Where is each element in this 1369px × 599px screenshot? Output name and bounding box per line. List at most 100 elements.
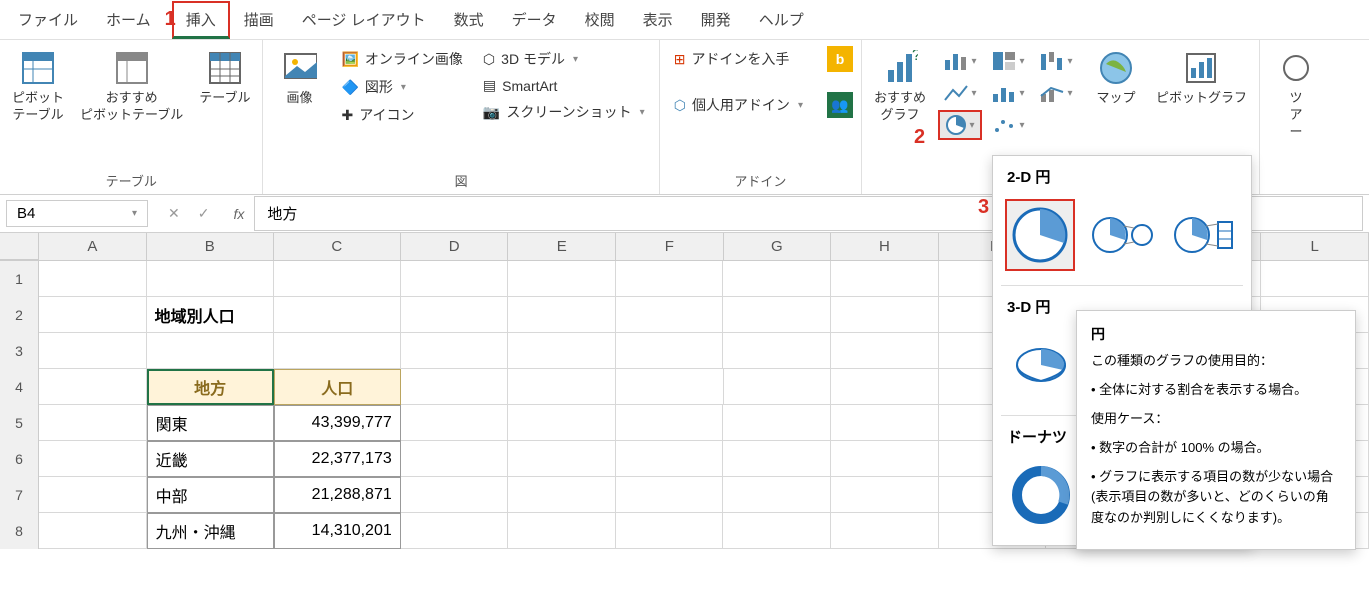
cell[interactable] — [616, 477, 724, 513]
cell[interactable] — [508, 441, 616, 477]
bar-of-pie-option[interactable] — [1169, 199, 1239, 271]
donut-option[interactable] — [1005, 459, 1077, 531]
cell[interactable] — [831, 369, 939, 405]
cell-header-region[interactable]: 地方 — [147, 369, 274, 405]
pivot-chart-button[interactable]: ピボットグラフ — [1152, 46, 1251, 111]
cell[interactable] — [723, 297, 831, 333]
menu-page-layout[interactable]: ページ レイアウト — [288, 1, 440, 38]
cell-population[interactable]: 43,399,777 — [274, 405, 401, 441]
cell[interactable] — [508, 513, 616, 549]
row-header[interactable]: 6 — [0, 441, 39, 477]
cell[interactable] — [39, 369, 147, 405]
fx-icon[interactable]: fx — [223, 206, 254, 222]
cell[interactable] — [831, 405, 939, 441]
get-addins-button[interactable]: ⊞アドインを入手 — [668, 46, 809, 72]
cell[interactable] — [508, 333, 616, 369]
cell[interactable] — [616, 405, 724, 441]
row-header[interactable]: 7 — [0, 477, 39, 513]
cell[interactable] — [723, 261, 831, 297]
cell-title[interactable]: 地域別人口 — [147, 297, 274, 333]
pie-of-pie-option[interactable] — [1087, 199, 1157, 271]
cell[interactable] — [724, 369, 832, 405]
cell[interactable] — [831, 333, 939, 369]
col-header[interactable]: B — [147, 233, 274, 260]
3d-model-button[interactable]: ⬡3D モデル▾ — [477, 46, 651, 72]
col-header[interactable]: C — [274, 233, 401, 260]
cell-population[interactable]: 22,377,173 — [274, 441, 401, 477]
smartart-button[interactable]: ▤SmartArt — [477, 74, 651, 97]
cell[interactable] — [723, 441, 831, 477]
cell[interactable] — [508, 405, 616, 441]
cell[interactable] — [39, 441, 147, 477]
cell[interactable] — [723, 513, 831, 549]
col-header[interactable]: E — [508, 233, 616, 260]
image-button[interactable]: 画像 — [271, 46, 327, 111]
cell[interactable] — [508, 477, 616, 513]
cell[interactable] — [723, 477, 831, 513]
name-box[interactable]: B4 ▾ — [6, 200, 148, 227]
cell[interactable] — [723, 333, 831, 369]
cell[interactable] — [401, 297, 509, 333]
map-button[interactable]: マップ — [1088, 46, 1144, 111]
cell[interactable] — [401, 513, 509, 549]
column-chart-button[interactable]: ▾ — [938, 46, 982, 76]
enter-icon[interactable]: ✓ — [198, 205, 210, 222]
cell[interactable] — [274, 333, 401, 369]
3dmap-button[interactable]: ツ ア ー — [1268, 46, 1324, 145]
menu-formulas[interactable]: 数式 — [440, 1, 498, 38]
cell[interactable] — [39, 297, 147, 333]
cell-population[interactable]: 14,310,201 — [274, 513, 401, 549]
cell[interactable] — [401, 261, 509, 297]
cell[interactable] — [508, 369, 616, 405]
cell[interactable] — [39, 261, 147, 297]
cell[interactable] — [616, 333, 724, 369]
cancel-icon[interactable]: ✕ — [168, 205, 180, 222]
cell[interactable] — [401, 333, 509, 369]
menu-file[interactable]: ファイル — [4, 1, 92, 38]
pie-2d-option[interactable] — [1005, 199, 1075, 271]
col-header[interactable]: L — [1261, 233, 1369, 260]
menu-home[interactable]: ホーム — [92, 1, 165, 38]
cell[interactable] — [508, 261, 616, 297]
cell[interactable] — [401, 441, 509, 477]
col-header[interactable]: H — [831, 233, 939, 260]
cell[interactable] — [616, 261, 724, 297]
cell[interactable] — [831, 477, 939, 513]
cell[interactable] — [723, 405, 831, 441]
col-header[interactable]: D — [401, 233, 509, 260]
people-icon[interactable]: 👥 — [827, 92, 853, 118]
name-box-dropdown-icon[interactable]: ▾ — [132, 208, 137, 219]
cell-header-population[interactable]: 人口 — [274, 369, 401, 405]
cell-region[interactable]: 近畿 — [147, 441, 274, 477]
row-header[interactable]: 4 — [0, 369, 39, 405]
combo-chart-button[interactable]: ▾ — [1034, 78, 1078, 108]
table-button[interactable]: テーブル — [195, 46, 254, 111]
waterfall-chart-button[interactable]: ▾ — [1034, 46, 1078, 76]
menu-draw[interactable]: 描画 — [230, 1, 288, 38]
line-chart-button[interactable]: ▾ — [938, 78, 982, 108]
row-header[interactable]: 2 — [0, 297, 39, 333]
cell[interactable] — [274, 297, 401, 333]
col-header[interactable]: A — [39, 233, 147, 260]
cell[interactable] — [147, 261, 274, 297]
cell[interactable] — [274, 261, 401, 297]
statistic-chart-button[interactable]: ▾ — [986, 78, 1030, 108]
cell[interactable] — [39, 333, 147, 369]
cell-region[interactable]: 中部 — [147, 477, 274, 513]
cell[interactable] — [147, 333, 274, 369]
cell[interactable] — [616, 441, 724, 477]
screenshot-button[interactable]: 📷スクリーンショット▾ — [477, 99, 651, 125]
menu-data[interactable]: データ — [498, 1, 571, 38]
shapes-button[interactable]: 🔷図形▾ — [335, 74, 468, 100]
recommended-pivot-button[interactable]: おすすめ ピボットテーブル — [76, 46, 187, 128]
menu-insert[interactable]: 挿入 — [172, 1, 230, 39]
row-header[interactable]: 3 — [0, 333, 39, 369]
cell[interactable] — [831, 297, 939, 333]
col-header[interactable]: G — [724, 233, 832, 260]
row-header[interactable]: 8 — [0, 513, 39, 549]
cell[interactable] — [1261, 261, 1369, 297]
menu-view[interactable]: 表示 — [629, 1, 687, 38]
row-header[interactable]: 5 — [0, 405, 39, 441]
pie-3d-option[interactable] — [1005, 329, 1077, 401]
cell[interactable] — [401, 477, 509, 513]
